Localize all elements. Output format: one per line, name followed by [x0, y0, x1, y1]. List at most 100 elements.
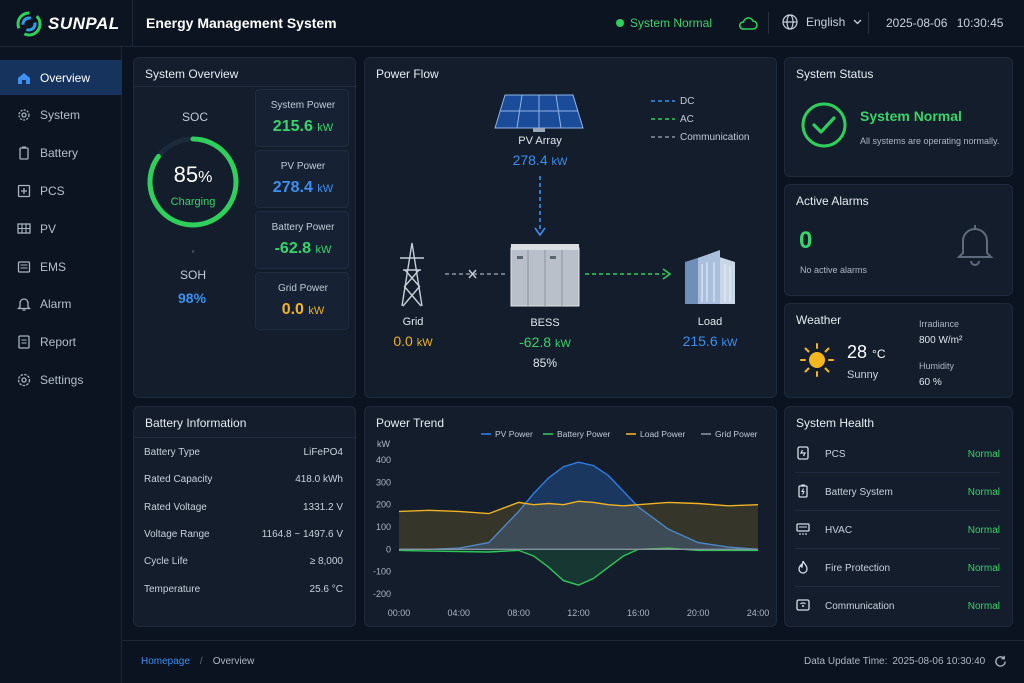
language-selector[interactable]: English: [782, 14, 862, 30]
legend-pv-power: PV Power: [481, 429, 533, 439]
brand-logo[interactable]: SUNPAL: [0, 0, 133, 47]
system-status-indicator: System Normal: [616, 16, 712, 30]
weather-card: Weather 28 °C Sunny Irradiance 800 W/m² …: [784, 303, 1013, 398]
sidebar-item-ems[interactable]: EMS: [0, 249, 122, 284]
y-tick-label: 0: [386, 544, 391, 554]
metric-label: PV Power: [280, 161, 326, 172]
health-row-fire-protection[interactable]: Fire Protection Normal: [795, 550, 1000, 587]
breadcrumb-home[interactable]: Homepage: [141, 656, 190, 667]
x-tick-label: 20:00: [687, 608, 710, 618]
sidebar-item-label: PV: [40, 221, 57, 236]
divider: [868, 12, 869, 34]
metric-unit: kW: [317, 122, 334, 134]
weather-condition: Sunny: [847, 369, 879, 381]
battery-icon: [19, 146, 29, 160]
refresh-icon[interactable]: [994, 655, 1007, 668]
alarm-icon: [16, 298, 32, 311]
battery-info-row: Battery Type LiFePO4: [144, 447, 343, 458]
sidebar-item-overview[interactable]: Overview: [0, 60, 122, 95]
metric-value: -62.8: [274, 240, 312, 257]
battery-info-value: 25.6 °C: [309, 583, 343, 595]
chevron-down-icon: [853, 19, 862, 25]
card-title: Battery Information: [145, 416, 247, 430]
divider: [768, 12, 769, 34]
battery-power-area: [399, 548, 758, 586]
health-label: Communication: [825, 601, 895, 612]
battery-info-label: Cycle Life: [144, 556, 188, 568]
y-axis-unit: kW: [377, 439, 391, 449]
metric-label: System Power: [270, 100, 336, 111]
x-tick-label: 04:00: [448, 608, 471, 618]
load-power-area: [399, 501, 758, 550]
health-row-battery-system[interactable]: Battery System Normal: [795, 474, 1000, 511]
metric-value-wrap: 215.6 kW: [256, 118, 350, 136]
alarm-description: No active alarms: [800, 265, 868, 275]
sidebar-item-label: Report: [40, 335, 77, 350]
temperature: 28 °C: [847, 342, 886, 362]
health-row-communication[interactable]: Communication Normal: [795, 588, 1000, 625]
pv-array-icon: [494, 94, 584, 132]
battery-info-label: Temperature: [144, 583, 201, 595]
communication-icon: [796, 599, 810, 611]
hvac-icon: [796, 522, 810, 535]
pcs-device-icon: [797, 445, 809, 460]
health-row-hvac[interactable]: HVAC Normal: [795, 512, 1000, 549]
card-title: System Overview: [145, 67, 239, 81]
sidebar-item-pv[interactable]: PV: [0, 211, 122, 246]
health-label: PCS: [825, 448, 846, 460]
top-bar: SUNPAL Energy Management System System N…: [0, 0, 1024, 47]
alarm-count: 0: [799, 227, 813, 254]
health-icon-wrap: [795, 597, 825, 616]
bess-cabinet-icon: [510, 244, 580, 307]
metric-label: Battery Power: [271, 222, 335, 233]
brand-name: SUNPAL: [48, 13, 120, 33]
current-time: 10:30:45: [956, 16, 1004, 30]
battery-info-value: 1331.2 V: [302, 501, 343, 513]
divider: [134, 437, 357, 438]
health-label: Fire Protection: [825, 562, 891, 574]
health-status: Normal: [967, 486, 1000, 498]
health-row-pcs[interactable]: PCS Normal: [795, 436, 1000, 473]
x-tick-label: 08:00: [507, 608, 530, 618]
sidebar-item-label: Alarm: [40, 297, 72, 312]
sidebar-item-settings[interactable]: Settings: [0, 362, 122, 397]
bess-power: -62.8 kW: [519, 334, 571, 350]
legend-label: Load Power: [640, 429, 686, 439]
power-trend-chart: kW 400 300 200 100 0 -100 -200 00:00 04:00 08:00 12…: [373, 429, 769, 618]
current-date: 2025-08-06: [886, 16, 948, 30]
metric-unit: kW: [308, 305, 325, 317]
metric-value: 0.0: [281, 301, 304, 318]
metric-value: 278.4: [272, 179, 313, 196]
y-tick-label: 100: [376, 522, 391, 532]
sidebar-item-alarm[interactable]: Alarm: [0, 287, 122, 322]
y-tick-label: 200: [376, 500, 391, 510]
gear-icon: [18, 109, 30, 121]
sidebar-item-report[interactable]: Report: [0, 325, 122, 360]
battery-info-label: Rated Capacity: [144, 474, 213, 486]
breadcrumb-current: Overview: [212, 656, 255, 667]
legend-ac: AC: [680, 114, 694, 125]
sidebar-item-label: Overview: [40, 70, 91, 85]
soc-label: SOC: [182, 110, 209, 124]
sidebar-item-system[interactable]: System: [0, 98, 122, 133]
health-status: Normal: [967, 524, 1000, 536]
legend-label: Grid Power: [715, 429, 758, 439]
sidebar-item-label: EMS: [40, 259, 67, 274]
cloud-icon[interactable]: [738, 15, 758, 31]
health-status: Normal: [967, 601, 1000, 612]
pv-power: 278.4 kW: [512, 152, 568, 168]
sidebar-item-battery[interactable]: Battery: [0, 136, 122, 171]
flow-arrow-icon: [534, 227, 546, 237]
soc-unit: %: [198, 169, 213, 186]
report-icon: [18, 335, 30, 349]
sidebar-item-pcs[interactable]: PCS: [0, 173, 122, 208]
health-icon-wrap: [795, 559, 825, 578]
metric-value-wrap: 278.4 kW: [256, 179, 350, 197]
card-title: System Status: [796, 67, 874, 81]
bell-icon[interactable]: [955, 221, 995, 267]
metric-unit: kW: [317, 183, 334, 195]
bess-name: BESS: [530, 317, 560, 329]
metric-battery-power: Battery Power -62.8 kW: [255, 211, 349, 269]
soh-label: SOH: [180, 268, 207, 282]
grid-power: 0.0 kW: [393, 333, 433, 349]
